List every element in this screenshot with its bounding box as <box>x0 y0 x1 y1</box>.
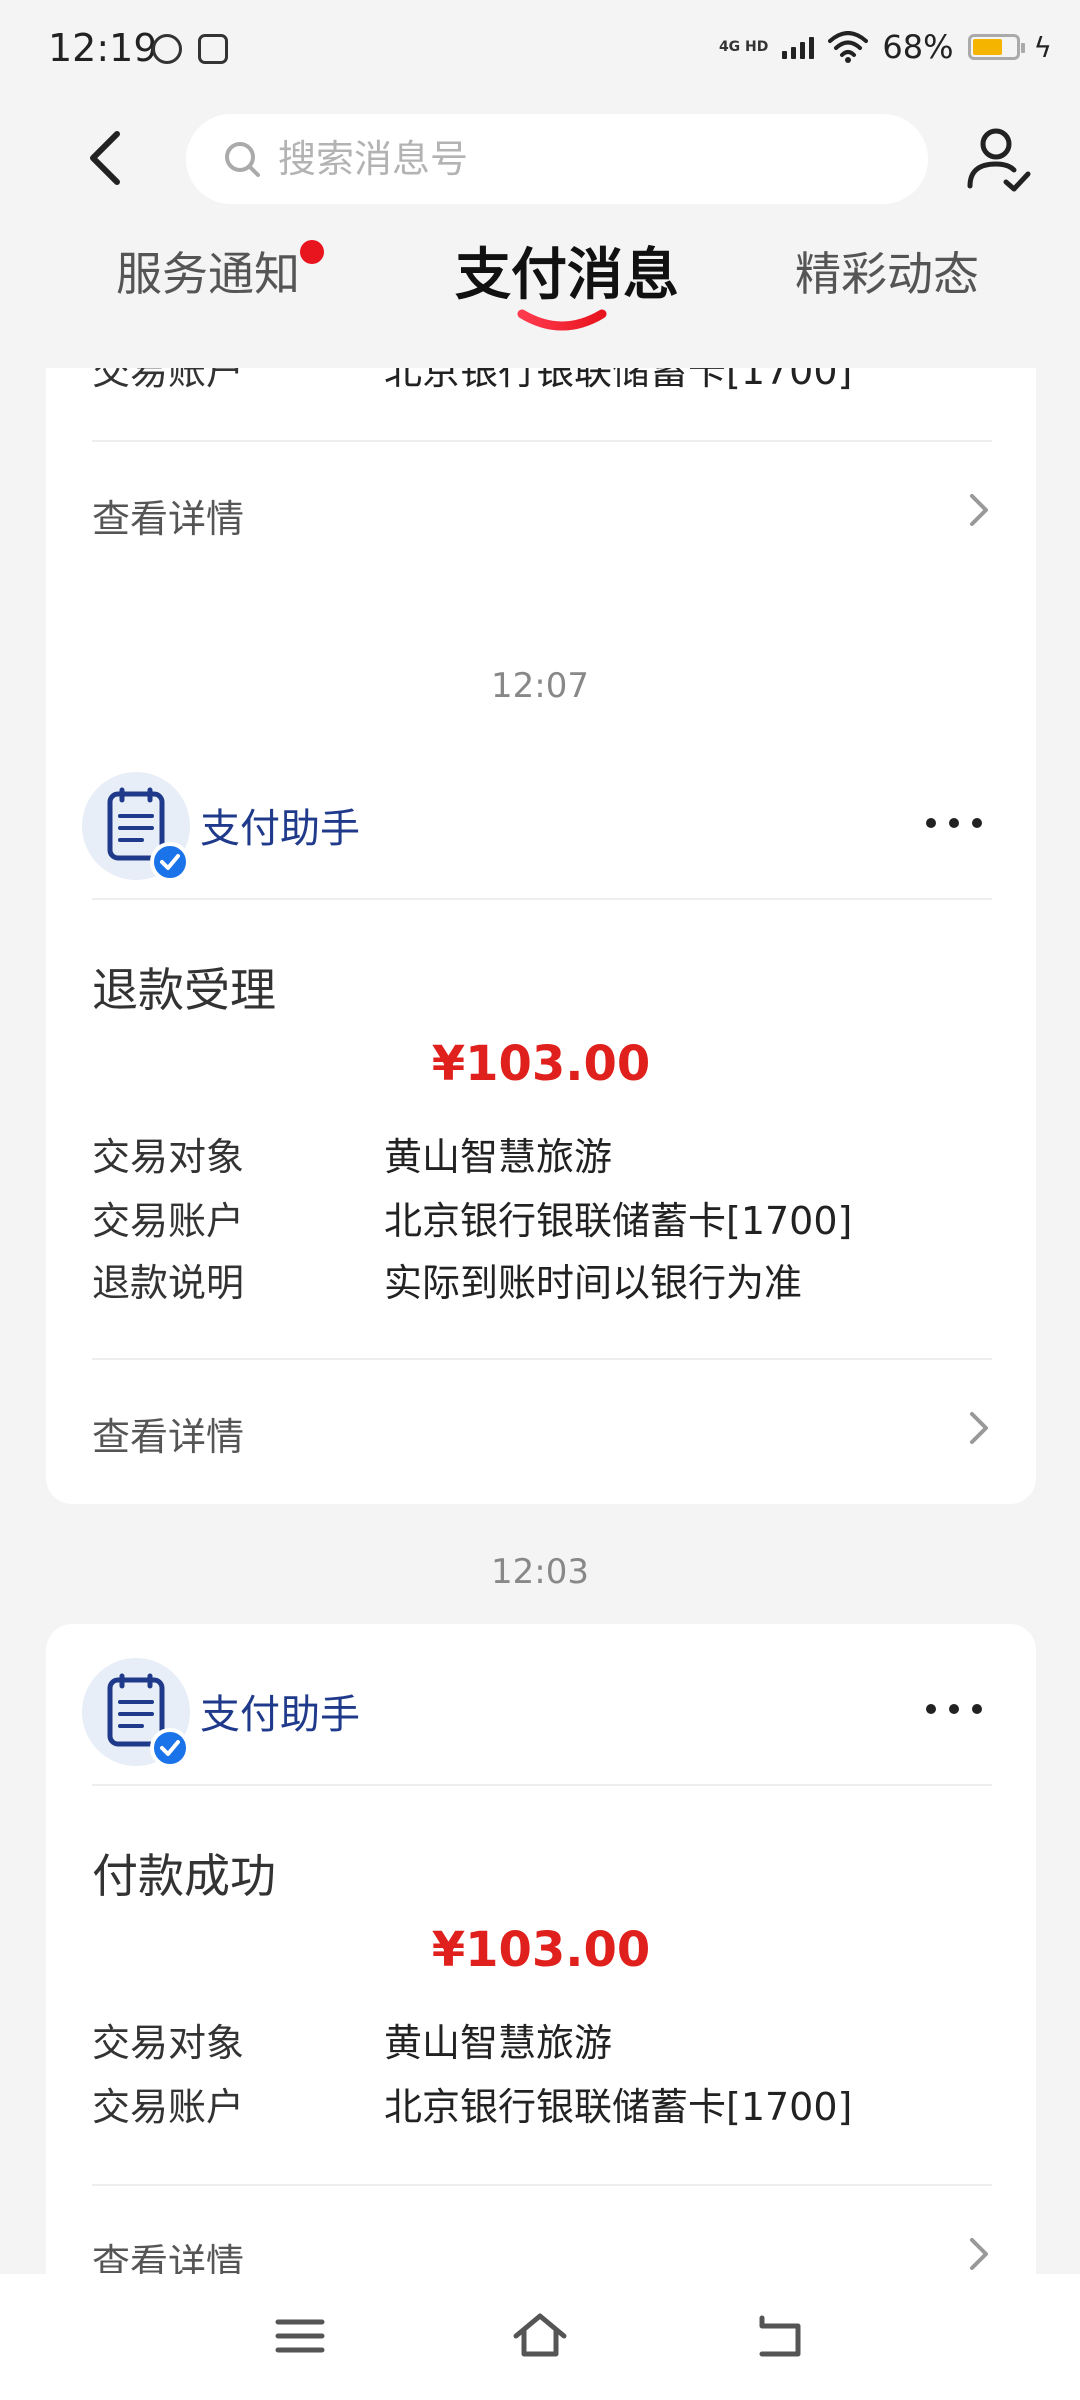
chevron-right-icon[interactable] <box>964 2234 994 2274</box>
row-label: 交易账户 <box>92 2085 245 2129</box>
verified-badge-icon <box>150 1728 190 1768</box>
row-label: 交易账户 <box>92 1199 245 1243</box>
row-label: 交易账户 <box>92 368 245 393</box>
message-time: 12:07 <box>491 666 589 706</box>
message-card-payment-success: 支付助手 付款成功 ¥103.00 交易对象 黄山智慧旅游 交易账户 北京银行银… <box>46 1624 1036 2274</box>
sender-name[interactable]: 支付助手 <box>200 796 360 854</box>
chevron-right-icon <box>970 494 988 526</box>
back-arrow-icon[interactable] <box>748 2304 812 2368</box>
message-time: 12:03 <box>491 1552 589 1592</box>
tab-payment-messages[interactable]: 支付消息 <box>455 230 679 311</box>
row-value: 北京银行银联储蓄卡[1700] <box>384 1199 853 1243</box>
row-value: 黄山智慧旅游 <box>384 1135 613 1179</box>
view-details-link[interactable]: 查看详情 <box>92 2232 244 2274</box>
chevron-left-icon <box>90 131 120 185</box>
active-tab-indicator <box>517 309 607 331</box>
view-details-link[interactable]: 查看详情 <box>92 488 244 543</box>
row-value: 黄山智慧旅游 <box>384 2021 613 2065</box>
card-header: 支付助手 <box>46 738 1036 900</box>
status-indicators: 4G HD 68% ϟ <box>719 28 1052 66</box>
view-details-link[interactable]: 查看详情 <box>92 1406 244 1461</box>
divider <box>92 1358 992 1360</box>
amount: ¥103.00 <box>431 1922 651 1978</box>
divider <box>92 2184 992 2186</box>
header <box>0 100 1080 220</box>
more-options-icon[interactable] <box>926 1704 982 1716</box>
menu-icon[interactable] <box>268 2304 332 2368</box>
tab-service-notifications[interactable]: 服务通知 <box>116 238 300 304</box>
row-value: 北京银行银联储蓄卡[1700] <box>384 368 853 393</box>
search-box[interactable] <box>186 114 928 204</box>
status-bar: 12:19 4G HD 68% ϟ <box>0 0 1080 100</box>
status-time: 12:19 <box>48 26 158 70</box>
wifi-icon <box>828 31 869 63</box>
home-icon[interactable] <box>508 2304 572 2368</box>
tab-featured-updates[interactable]: 精彩动态 <box>795 238 979 304</box>
divider <box>92 898 992 900</box>
system-navigation-bar <box>0 2274 1080 2400</box>
charging-icon: ϟ <box>1033 30 1052 64</box>
amount: ¥103.00 <box>431 1036 651 1092</box>
battery-icon <box>967 34 1025 60</box>
battery-percent: 68% <box>882 28 954 66</box>
row-label: 交易对象 <box>92 2021 245 2065</box>
message-tabs: 服务通知 支付消息 精彩动态 <box>0 228 1080 348</box>
row-label: 交易对象 <box>92 1135 245 1179</box>
payment-messages-screen: 12:19 4G HD 68% ϟ 搜索消息号 服务通知 支付消息 精彩动态 交… <box>0 0 1080 2400</box>
network-type: 4G HD <box>718 39 769 55</box>
chevron-right-icon[interactable] <box>964 1408 994 1448</box>
search-icon <box>225 142 260 177</box>
search-input[interactable] <box>278 137 878 181</box>
row-label: 退款说明 <box>92 1261 245 1305</box>
vivo-app-icon <box>198 34 228 64</box>
divider <box>92 1784 992 1786</box>
divider <box>92 440 992 442</box>
card-header: 支付助手 <box>46 1624 1036 1786</box>
verified-badge-icon <box>150 842 190 882</box>
notification-app-icon <box>152 34 182 64</box>
message-title: 付款成功 <box>92 1849 276 1903</box>
row-value: 实际到账时间以银行为准 <box>384 1261 803 1305</box>
message-title: 退款受理 <box>92 963 276 1017</box>
row-value: 北京银行银联储蓄卡[1700] <box>384 2085 853 2129</box>
unread-dot <box>300 240 324 264</box>
sender-name[interactable]: 支付助手 <box>200 1682 360 1740</box>
user-check-icon[interactable] <box>962 122 1036 196</box>
signal-icon <box>782 35 815 59</box>
battery-fill <box>972 39 1003 55</box>
message-list[interactable]: 交易账户 北京银行银联储蓄卡[1700] 查看详情 12:07 支付助手 退款受… <box>0 368 1080 2274</box>
more-options-icon[interactable] <box>926 818 982 830</box>
message-card-refund: 支付助手 退款受理 ¥103.00 交易对象 黄山智慧旅游 交易账户 北京银行银… <box>46 738 1036 1504</box>
back-button[interactable] <box>70 118 140 198</box>
